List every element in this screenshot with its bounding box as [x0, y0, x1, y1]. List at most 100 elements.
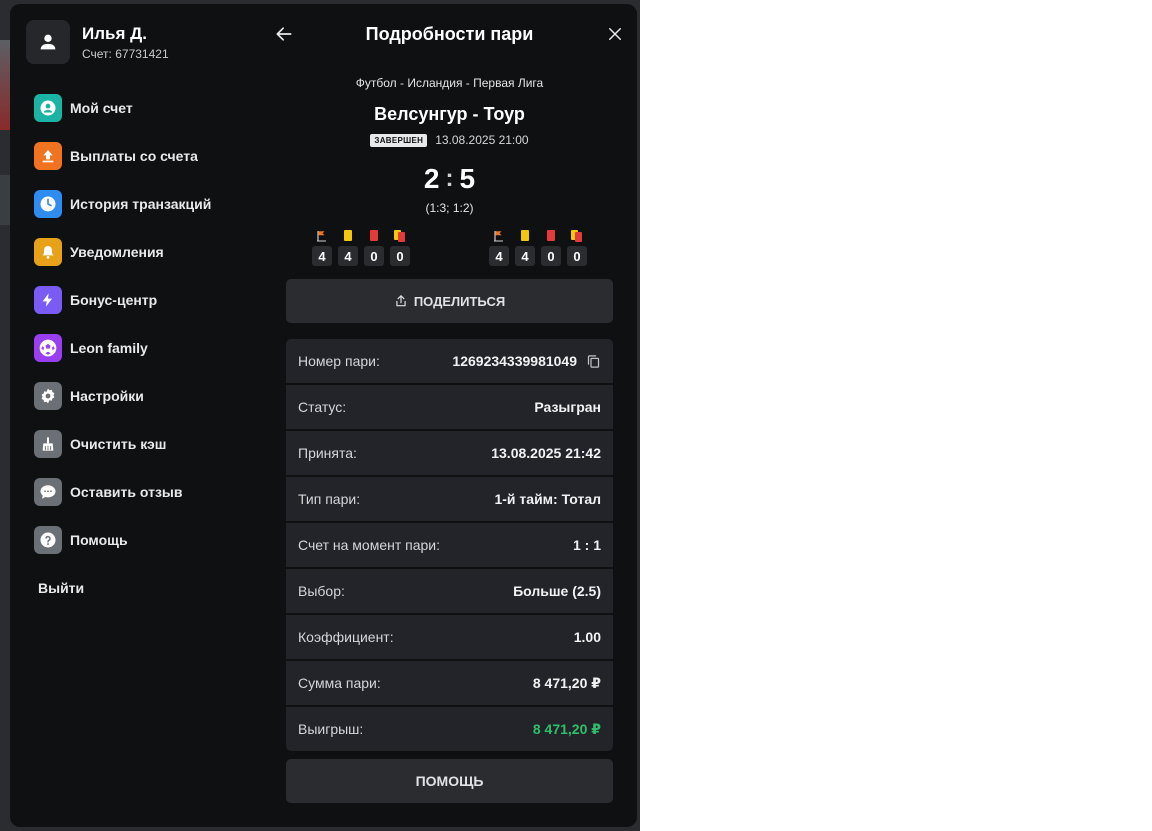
- menu-item-label: Уведомления: [70, 244, 164, 260]
- avatar: [26, 20, 70, 64]
- menu-item-settings[interactable]: Настройки: [26, 380, 266, 412]
- account-number-line: Счет: 67731421: [82, 47, 169, 61]
- menu-item-notifications[interactable]: Уведомления: [26, 236, 266, 268]
- user-circle-icon: [34, 94, 62, 122]
- stat-value: 0: [390, 246, 410, 266]
- info-row-bet-number: Номер пари: 1269234339981049: [286, 339, 613, 383]
- menu-item-help[interactable]: Помощь: [26, 524, 266, 556]
- copy-button[interactable]: [585, 353, 601, 369]
- account-modal: Илья Д. Счет: 67731421 Мой счет Выплаты …: [10, 4, 637, 827]
- yellow-red-cards-stat: 0: [390, 229, 410, 266]
- menu-item-clear-cache[interactable]: Очистить кэш: [26, 428, 266, 460]
- account-label: Счет:: [82, 46, 112, 61]
- ball-icon: [34, 334, 62, 362]
- menu-item-label: Мой счет: [70, 100, 133, 116]
- info-label: Номер пари:: [298, 353, 380, 369]
- bet-info-table: Номер пари: 1269234339981049 Статус: Раз…: [286, 339, 613, 751]
- yellow-red-cards-stat: 0: [567, 229, 587, 266]
- info-label: Коэффициент:: [298, 629, 394, 645]
- broom-icon: [34, 430, 62, 458]
- match-status-row: ЗАВЕРШЕН 13.08.2025 21:00: [286, 133, 613, 147]
- info-row-stake: Сумма пари: 8 471,20 ₽: [286, 661, 613, 705]
- menu-item-label: Очистить кэш: [70, 436, 167, 452]
- menu-items: Мой счет Выплаты со счета История транза…: [26, 92, 266, 604]
- profile-text: Илья Д. Счет: 67731421: [82, 24, 169, 61]
- info-value: Разыгран: [534, 399, 601, 415]
- yellow-card-icon: [521, 229, 529, 242]
- menu-item-my-account[interactable]: Мой счет: [26, 92, 266, 124]
- away-team-stats: 4 4 0 0: [489, 229, 587, 266]
- home-team-stats: 4 4 0 0: [312, 229, 410, 266]
- menu-item-label: Настройки: [70, 388, 144, 404]
- bet-number: 1269234339981049: [452, 353, 577, 369]
- status-badge: ЗАВЕРШЕН: [370, 133, 428, 147]
- home-score: 2: [423, 163, 440, 194]
- bet-details-panel: Подробности пари Футбол - Исландия - Пер…: [276, 4, 621, 827]
- info-label: Принята:: [298, 445, 357, 461]
- menu-item-bonus-center[interactable]: Бонус-центр: [26, 284, 266, 316]
- match-title: Велсунгур - Тоур: [374, 104, 525, 124]
- menu-item-label: Бонус-центр: [70, 292, 158, 308]
- menu-item-label: Выплаты со счета: [70, 148, 198, 164]
- info-value: 1269234339981049: [452, 353, 601, 369]
- info-value: Больше (2.5): [513, 583, 601, 599]
- stat-value: 0: [364, 246, 384, 266]
- stat-value: 4: [515, 246, 535, 266]
- bell-icon: [34, 238, 62, 266]
- red-card-icon: [370, 229, 378, 242]
- info-label: Счет на момент пари:: [298, 537, 440, 553]
- info-row-status: Статус: Разыгран: [286, 385, 613, 429]
- menu-item-withdrawals[interactable]: Выплаты со счета: [26, 140, 266, 172]
- chat-icon: [34, 478, 62, 506]
- menu-item-transaction-history[interactable]: История транзакций: [26, 188, 266, 220]
- share-icon: [396, 295, 406, 307]
- menu-item-label: Помощь: [70, 532, 128, 548]
- page-title: Подробности пари: [365, 23, 534, 44]
- share-button[interactable]: ПОДЕЛИТЬСЯ: [286, 279, 613, 323]
- back-button[interactable]: [272, 22, 296, 46]
- profile[interactable]: Илья Д. Счет: 67731421: [26, 20, 266, 64]
- gear-icon: [34, 382, 62, 410]
- account-number: 67731421: [115, 46, 169, 61]
- info-row-winnings: Выигрыш: 8 471,20 ₽: [286, 707, 613, 751]
- help-button[interactable]: ПОМОЩЬ: [286, 759, 613, 803]
- user-icon: [40, 34, 56, 50]
- red-cards-stat: 0: [364, 229, 384, 266]
- info-value: 8 471,20 ₽: [532, 674, 601, 691]
- stat-value: 4: [338, 246, 358, 266]
- score-separator: :: [445, 165, 454, 192]
- share-label: ПОДЕЛИТЬСЯ: [413, 293, 506, 309]
- stat-value: 4: [489, 246, 509, 266]
- menu-item-label: История транзакций: [70, 196, 212, 212]
- corner-flag-icon: [316, 229, 328, 242]
- yellow-red-card-icon: [571, 229, 583, 242]
- match-stats: 4 4 0 0 4 4 0 0: [286, 229, 613, 266]
- stat-value: 4: [312, 246, 332, 266]
- info-value: 13.08.2025 21:42: [491, 445, 601, 461]
- info-label: Тип пари:: [298, 491, 361, 507]
- half-scores: (1:3; 1:2): [425, 201, 474, 215]
- info-row-score-at-bet: Счет на момент пари: 1 : 1: [286, 523, 613, 567]
- logout-button[interactable]: Выйти: [26, 572, 266, 604]
- yellow-card-icon: [344, 229, 352, 242]
- user-name: Илья Д.: [82, 23, 147, 43]
- close-icon: [609, 28, 621, 40]
- clock-icon: [34, 190, 62, 218]
- close-button[interactable]: [603, 22, 627, 46]
- info-value: 1 : 1: [572, 537, 601, 553]
- upload-icon: [34, 142, 62, 170]
- copy-icon: [587, 354, 599, 368]
- yellow-red-card-icon: [394, 229, 406, 242]
- arrow-left-icon: [276, 27, 292, 41]
- corners-stat: 4: [489, 229, 509, 266]
- info-row-accepted: Принята: 13.08.2025 21:42: [286, 431, 613, 475]
- menu-item-label: Leon family: [70, 340, 148, 356]
- info-row-bet-type: Тип пари: 1-й тайм: Тотал: [286, 477, 613, 521]
- info-value: 1-й тайм: Тотал: [494, 491, 601, 507]
- stat-value: 0: [541, 246, 561, 266]
- stat-value: 0: [567, 246, 587, 266]
- info-row-odds: Коэффициент: 1.00: [286, 615, 613, 659]
- menu-item-leave-feedback[interactable]: Оставить отзыв: [26, 476, 266, 508]
- info-label: Сумма пари:: [298, 675, 381, 691]
- menu-item-leon-family[interactable]: Leon family: [26, 332, 266, 364]
